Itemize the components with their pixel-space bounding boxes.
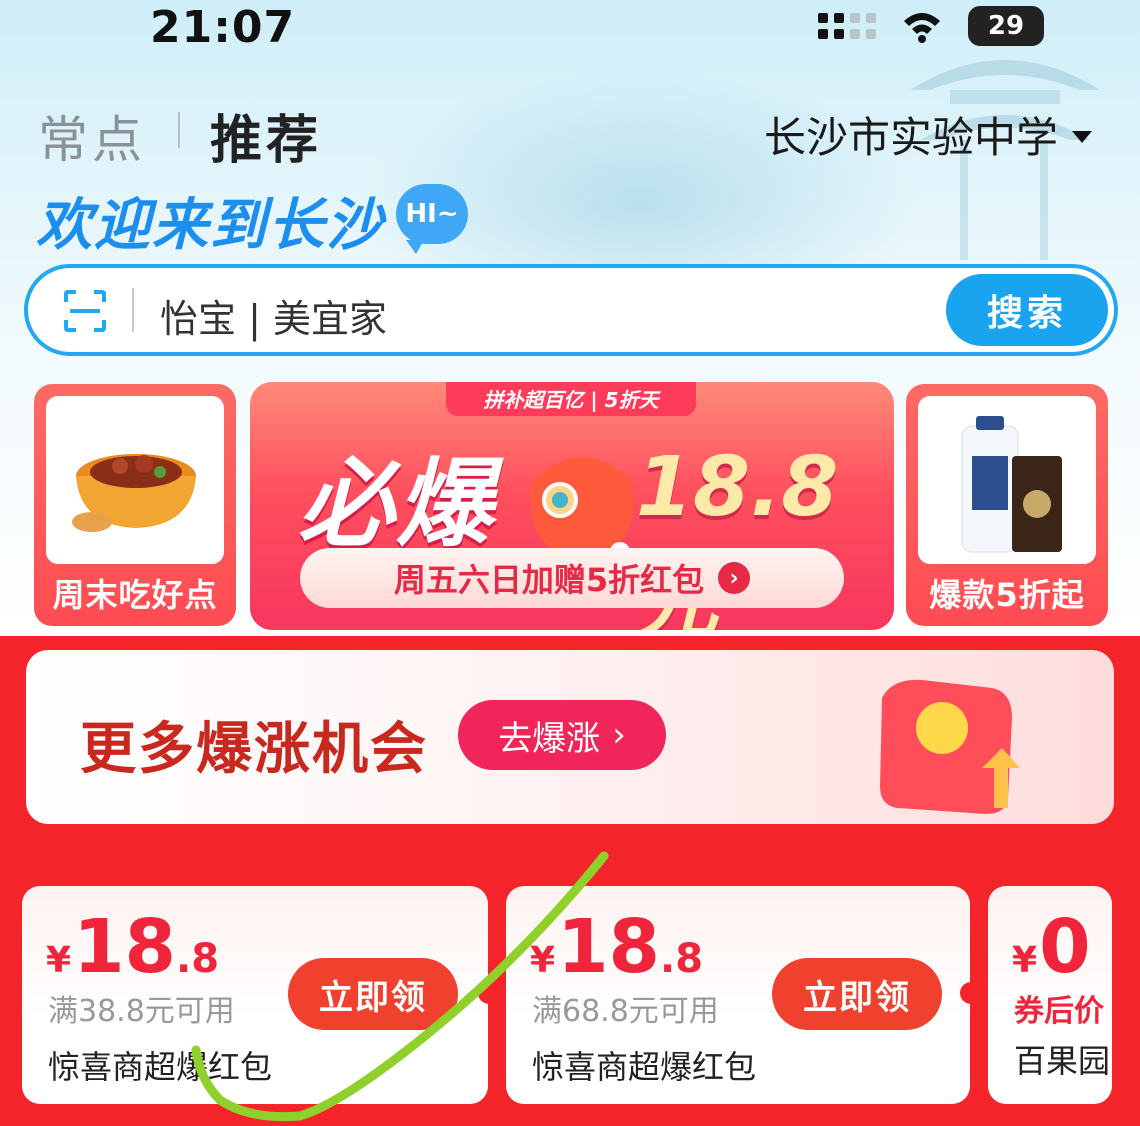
price-decimal: .8 <box>176 936 220 982</box>
go-boost-label: 去爆涨 <box>498 718 601 759</box>
hi-badge: HI~ <box>396 184 468 254</box>
go-boost-button[interactable]: 去爆涨 › <box>458 700 666 770</box>
currency-symbol: ¥ <box>46 940 72 981</box>
tab-recommend[interactable]: 推荐 <box>210 98 322 173</box>
location-label: 长沙市实验中学 <box>764 113 1059 162</box>
coupon-card[interactable]: ¥ 18 .8 满68.8元可用 惊喜商超爆红包 立即领 <box>506 886 970 1104</box>
weekend-food-caption: 周末吃好点 <box>52 576 218 614</box>
chevron-right-icon: › <box>718 562 751 594</box>
red-bag-icon <box>530 457 634 562</box>
weekend-food-card[interactable]: 周末吃好点 <box>34 384 236 626</box>
price-integer: 18 <box>73 904 177 990</box>
caret-down-icon <box>1072 130 1093 143</box>
status-time: 21:07 <box>150 2 296 53</box>
coupon-price: ¥ 18 .8 <box>530 904 703 990</box>
price-integer: 18 <box>557 904 661 990</box>
promo-pill-button[interactable]: 周五六日加赠5折红包 › <box>300 548 844 608</box>
search-input[interactable]: 怡宝 | 美宜家 <box>160 288 387 343</box>
main-promo-banner[interactable]: 拼补超百亿 | 5折天 必爆 18.8元 周五六日加赠5折红包 › <box>250 382 894 630</box>
coupon-card[interactable]: ¥ 0 券后价 百果园 <box>988 886 1112 1104</box>
currency-symbol: ¥ <box>530 940 556 981</box>
coupon-price: ¥ 0 <box>1012 904 1091 990</box>
price-integer: 0 <box>1039 904 1091 990</box>
coupon-card[interactable]: ¥ 18 .8 满38.8元可用 惊喜商超爆红包 立即领 <box>22 886 488 1104</box>
hot-deals-caption: 爆款5折起 <box>929 576 1085 614</box>
coupon-condition: 券后价 <box>1014 994 1104 1029</box>
price-decimal: .8 <box>660 936 704 982</box>
river-illustration <box>360 70 920 290</box>
welcome-title: 欢迎来到长沙 <box>36 193 384 258</box>
tab-often[interactable]: 常点 <box>38 100 146 172</box>
claim-button[interactable]: 立即领 <box>288 958 458 1030</box>
more-opportunities-title: 更多爆涨机会 <box>80 717 428 782</box>
status-icons: 29 <box>818 6 1044 46</box>
coupon-condition: 满68.8元可用 <box>532 994 719 1029</box>
tab-divider <box>178 112 180 148</box>
claim-button[interactable]: 立即领 <box>772 958 942 1030</box>
food-image <box>46 396 224 564</box>
wifi-icon <box>904 13 940 43</box>
red-envelope-icon <box>880 679 1020 814</box>
currency-symbol: ¥ <box>1012 940 1038 981</box>
search-divider <box>132 288 134 332</box>
search-button[interactable]: 搜索 <box>946 274 1108 346</box>
battery-icon: 29 <box>968 6 1044 46</box>
hot-deals-card[interactable]: 爆款5折起 <box>906 384 1108 626</box>
coupon-price: ¥ 18 .8 <box>46 904 219 990</box>
chevron-right-icon: › <box>612 715 626 755</box>
promo-pill-label: 周五六日加赠5折红包 <box>393 561 705 599</box>
coupon-notch <box>960 982 982 1004</box>
promo-headline: 必爆 <box>298 448 494 560</box>
coupon-name: 百果园 <box>1014 1042 1111 1080</box>
milk-icecream-icon <box>961 416 1062 553</box>
promo-tag: 拼补超百亿 | 5折天 <box>446 382 696 416</box>
coupon-name: 惊喜商超爆红包 <box>532 1048 757 1086</box>
coupon-name: 惊喜商超爆红包 <box>48 1048 273 1086</box>
coupon-condition: 满38.8元可用 <box>48 994 235 1029</box>
scan-icon[interactable] <box>62 288 108 334</box>
location-selector[interactable]: 长沙市实验中学 <box>764 104 1093 165</box>
deals-image <box>918 396 1096 564</box>
search-bar[interactable]: 怡宝 | 美宜家 搜索 <box>24 264 1118 356</box>
signal-icon <box>818 13 876 39</box>
more-opportunities-banner[interactable]: 更多爆涨机会 去爆涨 › <box>26 650 1114 824</box>
claypot-icon <box>72 454 196 532</box>
coupon-notch <box>478 982 500 1004</box>
